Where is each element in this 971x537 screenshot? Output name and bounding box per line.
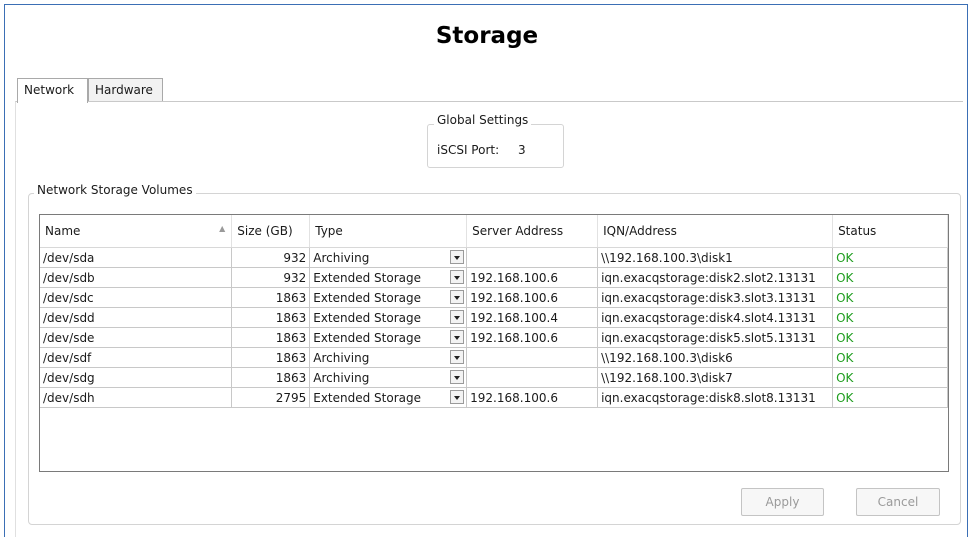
type-value: Archiving <box>313 250 370 265</box>
dropdown-arrow-icon[interactable] <box>450 290 465 304</box>
iscsi-port-label: iSCSI Port: <box>437 143 500 157</box>
cell-name: /dev/sdg <box>40 367 233 388</box>
type-value: Archiving <box>313 350 370 365</box>
dropdown-arrow-icon[interactable] <box>450 330 465 344</box>
cell-type[interactable]: Archiving <box>309 247 468 268</box>
cell-name: /dev/sdb <box>40 267 233 288</box>
cell-size: 1863 <box>231 307 311 328</box>
type-value: Archiving <box>313 370 370 385</box>
cell-size: 932 <box>231 267 311 288</box>
table-header-row: Name ▲ Size (GB) Type Server Address IQN/… <box>40 215 948 248</box>
global-settings-title: Global Settings <box>434 113 532 127</box>
column-header-name-label: Name <box>45 224 81 238</box>
tab-hardware[interactable]: Hardware <box>88 78 163 102</box>
dropdown-arrow-icon[interactable] <box>450 310 465 324</box>
cell-iqn-address[interactable]: \\192.168.100.3\disk7 <box>597 367 834 388</box>
cell-server-address[interactable]: 192.168.100.4 <box>466 307 599 328</box>
cell-status: OK <box>832 307 948 328</box>
table-row[interactable]: /dev/sde 1863 Extended Storage 192.168.1… <box>40 327 948 348</box>
tab-network[interactable]: Network <box>17 78 88 103</box>
cell-name: /dev/sda <box>40 247 233 268</box>
column-header-server-address[interactable]: Server Address <box>466 215 599 248</box>
cell-server-address[interactable] <box>466 367 599 388</box>
cell-iqn-address[interactable]: iqn.exacqstorage:disk5.slot5.13131 <box>597 327 834 348</box>
apply-button[interactable]: Apply <box>741 488 824 516</box>
cell-status: OK <box>832 247 948 268</box>
dropdown-arrow-icon[interactable] <box>450 350 465 364</box>
table-row[interactable]: /dev/sdd 1863 Extended Storage 192.168.1… <box>40 307 948 328</box>
column-header-iqn-address[interactable]: IQN/Address <box>597 215 834 248</box>
cell-name: /dev/sde <box>40 327 233 348</box>
column-header-status[interactable]: Status <box>832 215 948 248</box>
column-header-size[interactable]: Size (GB) <box>231 215 311 248</box>
cell-iqn-address[interactable]: iqn.exacqstorage:disk2.slot2.13131 <box>597 267 834 288</box>
table-row[interactable]: /dev/sdg 1863 Archiving \\192.168.100.3\… <box>40 367 948 388</box>
iscsi-port-value[interactable]: 3 <box>518 143 526 157</box>
cell-type[interactable]: Extended Storage <box>309 287 468 308</box>
volumes-table: Name ▲ Size (GB) Type Server Address IQN/… <box>39 214 949 472</box>
cancel-button[interactable]: Cancel <box>856 488 940 516</box>
cell-name: /dev/sdc <box>40 287 233 308</box>
column-header-type[interactable]: Type <box>309 215 468 248</box>
cell-name: /dev/sdf <box>40 347 233 368</box>
cell-server-address[interactable] <box>466 347 599 368</box>
cell-iqn-address[interactable]: iqn.exacqstorage:disk8.slot8.13131 <box>597 387 834 408</box>
column-header-name[interactable]: Name ▲ <box>40 215 233 248</box>
dropdown-arrow-icon[interactable] <box>450 390 465 404</box>
type-value: Extended Storage <box>313 390 421 405</box>
cell-server-address[interactable]: 192.168.100.6 <box>466 267 599 288</box>
table-row[interactable]: /dev/sdc 1863 Extended Storage 192.168.1… <box>40 287 948 308</box>
cell-type[interactable]: Archiving <box>309 347 468 368</box>
cell-iqn-address[interactable]: iqn.exacqstorage:disk3.slot3.13131 <box>597 287 834 308</box>
type-value: Extended Storage <box>313 310 421 325</box>
cell-size: 2795 <box>231 387 311 408</box>
cell-server-address[interactable]: 192.168.100.6 <box>466 327 599 348</box>
cell-type[interactable]: Extended Storage <box>309 267 468 288</box>
table-row[interactable]: /dev/sda 932 Archiving \\192.168.100.3\d… <box>40 247 948 268</box>
dropdown-arrow-icon[interactable] <box>450 250 465 264</box>
cell-type[interactable]: Extended Storage <box>309 387 468 408</box>
type-value: Extended Storage <box>313 290 421 305</box>
cell-status: OK <box>832 367 948 388</box>
sort-ascending-icon: ▲ <box>219 224 226 233</box>
cell-name: /dev/sdd <box>40 307 233 328</box>
cell-iqn-address[interactable]: \\192.168.100.3\disk6 <box>597 347 834 368</box>
cell-status: OK <box>832 347 948 368</box>
cell-server-address[interactable]: 192.168.100.6 <box>466 387 599 408</box>
cell-status: OK <box>832 327 948 348</box>
cell-iqn-address[interactable]: \\192.168.100.3\disk1 <box>597 247 834 268</box>
type-value: Extended Storage <box>313 330 421 345</box>
cell-size: 1863 <box>231 367 311 388</box>
cell-status: OK <box>832 267 948 288</box>
cell-size: 1863 <box>231 347 311 368</box>
cell-name: /dev/sdh <box>40 387 233 408</box>
cell-status: OK <box>832 387 948 408</box>
cell-size: 932 <box>231 247 311 268</box>
table-row[interactable]: /dev/sdb 932 Extended Storage 192.168.10… <box>40 267 948 288</box>
table-row[interactable]: /dev/sdh 2795 Extended Storage 192.168.1… <box>40 387 948 408</box>
cell-type[interactable]: Extended Storage <box>309 307 468 328</box>
network-storage-volumes-title: Network Storage Volumes <box>34 183 196 197</box>
cell-type[interactable]: Extended Storage <box>309 327 468 348</box>
page-title: Storage <box>435 23 539 49</box>
cell-server-address[interactable]: 192.168.100.6 <box>466 287 599 308</box>
cell-type[interactable]: Archiving <box>309 367 468 388</box>
type-value: Extended Storage <box>313 270 421 285</box>
cell-status: OK <box>832 287 948 308</box>
cell-server-address[interactable] <box>466 247 599 268</box>
cell-size: 1863 <box>231 327 311 348</box>
table-row[interactable]: /dev/sdf 1863 Archiving \\192.168.100.3\… <box>40 347 948 368</box>
cell-size: 1863 <box>231 287 311 308</box>
dropdown-arrow-icon[interactable] <box>450 270 465 284</box>
dropdown-arrow-icon[interactable] <box>450 370 465 384</box>
cell-iqn-address[interactable]: iqn.exacqstorage:disk4.slot4.13131 <box>597 307 834 328</box>
